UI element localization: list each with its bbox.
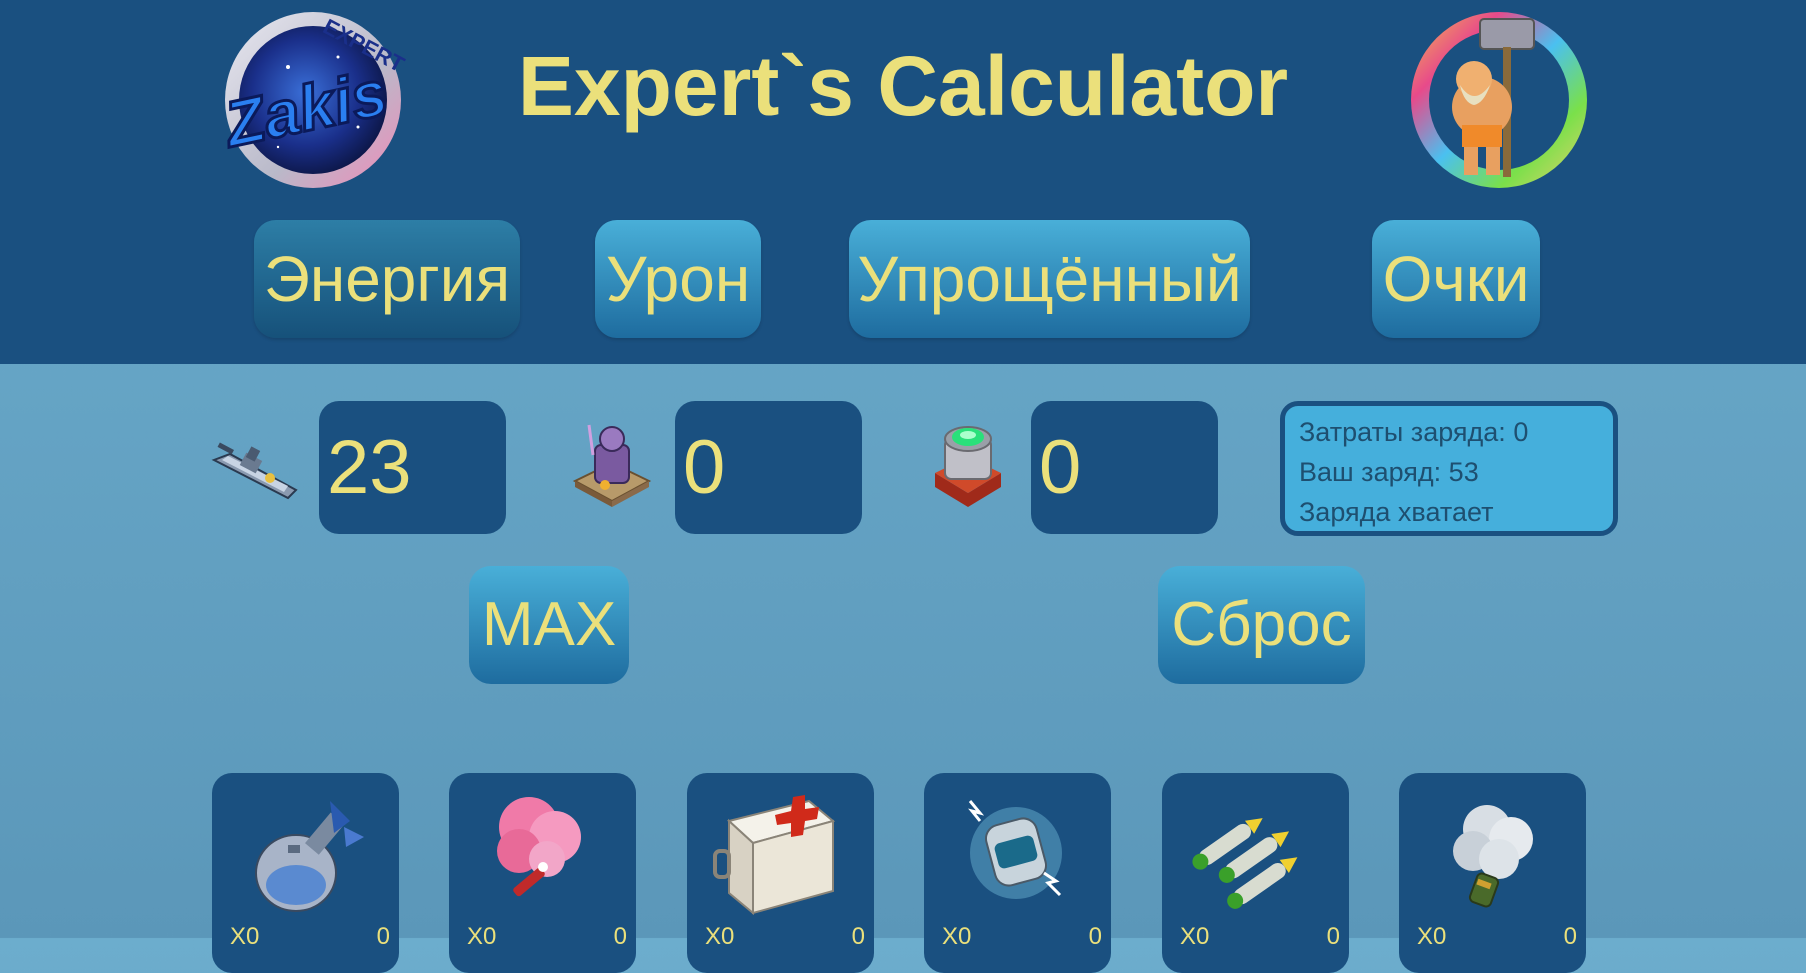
max-button[interactable]: MAX bbox=[469, 566, 629, 684]
gunboat-icon bbox=[208, 420, 302, 514]
item-card-shock-bomb[interactable]: X0 0 bbox=[924, 773, 1111, 973]
tab-simplified[interactable]: Упрощённый bbox=[849, 220, 1250, 338]
item-count-label: X0 0 bbox=[942, 923, 1102, 950]
item-card-smoke-screen[interactable]: X0 0 bbox=[1399, 773, 1586, 973]
barrage-icon bbox=[1192, 818, 1298, 909]
item-count-label: X0 0 bbox=[1417, 923, 1577, 950]
page-title: Expert`s Calculator bbox=[517, 39, 1289, 133]
gunboat-energy-input[interactable]: 23 bbox=[319, 401, 506, 534]
hero-logo bbox=[1404, 7, 1594, 197]
smoke-flare-icon bbox=[497, 797, 581, 897]
item-count-label: X0 0 bbox=[1180, 923, 1340, 950]
power-core-input[interactable]: 0 bbox=[1031, 401, 1218, 534]
tab-energy[interactable]: Энергия bbox=[254, 220, 520, 338]
charge-info-panel: Затраты заряда: 0 Ваш заряд: 53 Заряда х… bbox=[1280, 401, 1618, 536]
tab-damage[interactable]: Урон bbox=[595, 220, 761, 338]
expert-zakis-logo: EXPERT Zakis bbox=[215, 7, 409, 197]
reset-button[interactable]: Сброс bbox=[1158, 566, 1365, 684]
item-card-medkit[interactable]: X0 0 bbox=[687, 773, 874, 973]
item-count-label: X0 0 bbox=[467, 923, 627, 950]
smoke-screen-icon bbox=[1453, 805, 1533, 908]
statue-input[interactable]: 0 bbox=[675, 401, 862, 534]
item-count-label: X0 0 bbox=[230, 923, 390, 950]
power-core-icon bbox=[921, 417, 1015, 511]
item-count-label: X0 0 bbox=[705, 923, 865, 950]
item-card-barrage[interactable]: X0 0 bbox=[1162, 773, 1349, 973]
charge-value-text: Ваш заряд: 53 bbox=[1299, 457, 1479, 487]
statue-icon bbox=[565, 415, 659, 509]
tab-points[interactable]: Очки bbox=[1372, 220, 1540, 338]
item-card-smoke-flare[interactable]: X0 0 bbox=[449, 773, 636, 973]
charge-cost-text: Затраты заряда: 0 bbox=[1299, 417, 1529, 447]
header: EXPERT Zakis Expert`s Calculator Энергия… bbox=[0, 0, 1806, 364]
medkit-icon bbox=[713, 795, 836, 916]
shock-bomb-icon bbox=[968, 800, 1062, 899]
charge-status-text: Заряда хватает bbox=[1299, 497, 1494, 527]
item-card-bomb[interactable]: X0 0 bbox=[212, 773, 399, 973]
bomb-icon bbox=[255, 801, 364, 912]
